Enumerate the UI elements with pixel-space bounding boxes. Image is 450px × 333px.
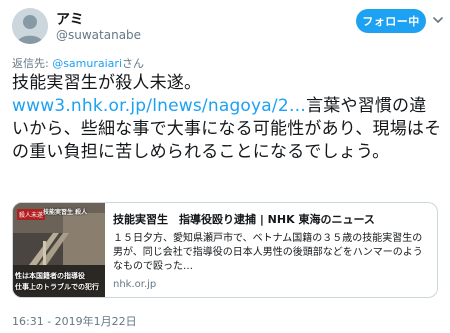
card-body: 技能実習生 指導役殴り逮捕 | NHK 東海のニュース １５日夕方、愛知県瀬戸市… [113, 211, 431, 290]
card-title: 技能実習生 指導役殴り逮捕 | NHK 東海のニュース [113, 213, 375, 226]
card-description: １５日夕方、愛知県瀬戸市で、ベトナム国籍の３５歳の技能実習生の男が、同じ会社で指… [113, 233, 423, 272]
link-preview-card[interactable]: 殺人未遂 技能実習生 殺人 性は本国籍者の指導役 仕事上のトラブルでの犯行 技能… [12, 202, 438, 298]
reply-prefix: 返信先: [12, 57, 53, 70]
user-display-name[interactable]: アミ [56, 9, 84, 29]
chevron-down-icon[interactable] [432, 14, 444, 26]
card-domain: nhk.or.jp [113, 279, 157, 290]
thumb-caption-1: 性は本国籍者の指導役 [15, 272, 85, 280]
card-thumbnail: 殺人未遂 技能実習生 殺人 性は本国籍者の指導役 仕事上のトラブルでの犯行 [13, 203, 105, 297]
avatar[interactable] [12, 8, 48, 44]
default-avatar-icon [12, 8, 48, 44]
thumb-caption-2: 仕事上のトラブルでの犯行 [15, 283, 99, 291]
tweet-text-before-link: 技能実習生が殺人未遂。 [12, 73, 202, 93]
tweet-text: 技能実習生が殺人未遂。 www3.nhk.or.jp/lnews/nagoya/2… [12, 72, 442, 164]
thumb-tag: 殺人未遂 [17, 209, 46, 220]
following-button[interactable]: フォロー中 [356, 9, 426, 33]
user-handle[interactable]: @suwatanabe [56, 28, 141, 42]
thumb-caption-top: 技能実習生 殺人 [43, 209, 88, 216]
tweet-link[interactable]: www3.nhk.or.jp/lnews/nagoya/2… [12, 96, 306, 116]
reply-suffix: さん [122, 57, 145, 70]
reply-context: 返信先: @samuraiariさん [12, 55, 144, 71]
tweet-timestamp[interactable]: 16:31 - 2019年1月22日 [12, 313, 137, 329]
reply-user-link[interactable]: @samuraiari [52, 57, 122, 70]
